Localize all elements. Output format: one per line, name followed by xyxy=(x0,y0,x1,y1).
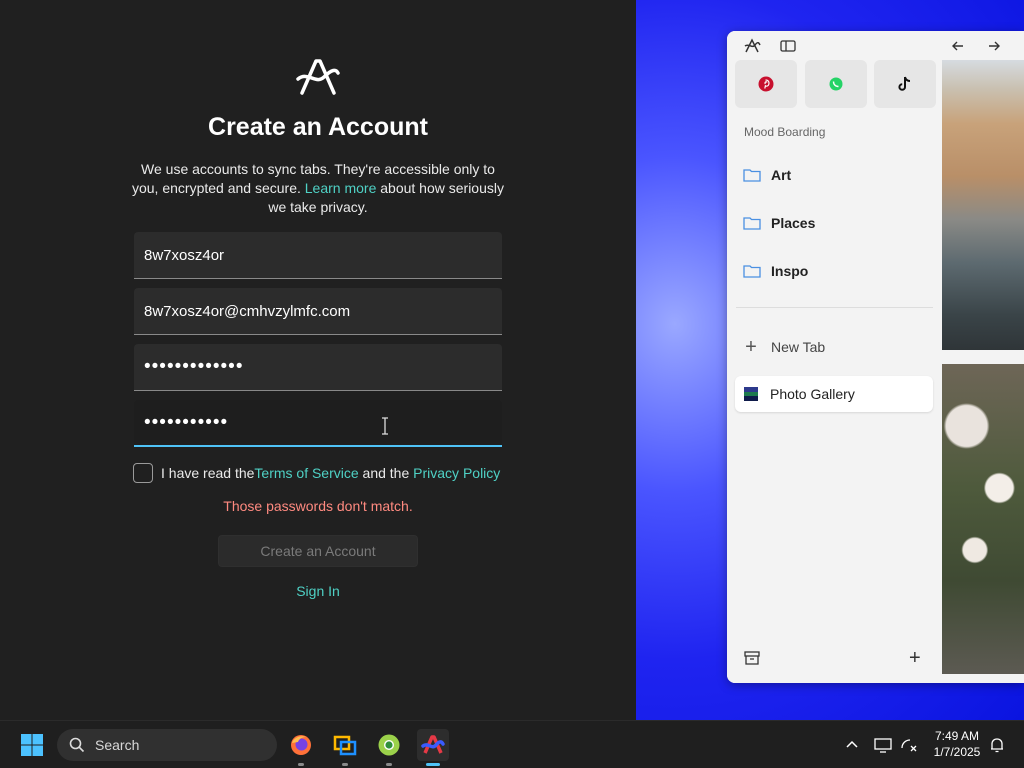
browser-sidebar: Mood Boarding Art Places Inspo + New Tab xyxy=(727,31,1000,683)
terms-checkbox[interactable] xyxy=(133,463,153,483)
folder-inspo[interactable]: Inspo xyxy=(743,259,808,283)
forward-arrow-icon[interactable] xyxy=(985,37,1003,55)
photo-gallery-favicon-icon xyxy=(744,387,758,401)
network-disconnected-icon[interactable] xyxy=(899,735,919,755)
archive-icon[interactable] xyxy=(743,649,761,667)
notification-bell-icon[interactable] xyxy=(987,735,1007,755)
sidebar-toggle-icon[interactable] xyxy=(779,37,797,55)
learn-more-link[interactable]: Learn more xyxy=(305,180,377,196)
pinned-tab-pinterest[interactable] xyxy=(735,60,797,108)
chrome-canary-icon xyxy=(378,734,400,756)
email-field-wrap xyxy=(134,288,502,335)
gallery-photo-beach xyxy=(942,60,1024,350)
arc-browser-icon xyxy=(421,735,445,754)
pinned-tab-tiktok[interactable] xyxy=(874,60,936,108)
whatsapp-icon xyxy=(829,77,843,91)
sign-in-link[interactable]: Sign In xyxy=(0,583,636,599)
email-field[interactable] xyxy=(134,288,502,334)
arc-logo-icon[interactable] xyxy=(743,37,761,55)
folder-icon xyxy=(743,217,761,230)
folder-icon xyxy=(743,265,761,278)
sidebar-divider xyxy=(736,307,933,308)
windows-start-icon[interactable] xyxy=(20,733,44,757)
arc-logo-icon xyxy=(296,59,340,95)
new-tab-button[interactable]: + New Tab xyxy=(743,336,825,358)
browser-window-preview: Mood Boarding Art Places Inspo + New Tab xyxy=(727,31,1024,683)
page-title: Create an Account xyxy=(208,113,428,141)
folder-art[interactable]: Art xyxy=(743,163,791,187)
create-account-button[interactable]: Create an Account xyxy=(218,535,418,567)
password-error-message: Those passwords don't match. xyxy=(223,498,413,514)
folder-places[interactable]: Places xyxy=(743,211,815,235)
privacy-policy-link[interactable]: Privacy Policy xyxy=(413,465,500,481)
folder-icon xyxy=(743,169,761,182)
taskbar: Search 7:49 AM 1/7/2025 xyxy=(0,720,1024,768)
tiktok-icon xyxy=(898,76,911,91)
display-icon[interactable] xyxy=(873,735,893,755)
taskbar-app-remote-desktop[interactable] xyxy=(329,729,361,766)
pinned-tab-whatsapp[interactable] xyxy=(805,60,867,108)
terms-row: I have read the Terms of Service and the… xyxy=(133,462,500,484)
username-field[interactable] xyxy=(134,232,502,278)
username-field-wrap xyxy=(134,232,502,279)
taskbar-app-chrome-canary[interactable] xyxy=(373,729,405,766)
confirm-password-field-wrap xyxy=(134,400,502,447)
firefox-icon xyxy=(291,735,311,755)
signup-panel: Create an Account We use accounts to syn… xyxy=(0,0,636,720)
confirm-password-field[interactable] xyxy=(134,400,502,445)
plus-icon: + xyxy=(745,335,757,358)
remote-desktop-icon xyxy=(333,735,357,756)
text-cursor-icon xyxy=(382,417,388,435)
system-clock[interactable]: 7:49 AM 1/7/2025 xyxy=(922,728,992,760)
taskbar-app-firefox[interactable] xyxy=(285,729,317,766)
terms-of-service-link[interactable]: Terms of Service xyxy=(254,465,358,481)
space-title: Mood Boarding xyxy=(744,125,826,139)
tab-photo-gallery[interactable]: Photo Gallery xyxy=(735,376,933,412)
chevron-up-icon[interactable] xyxy=(842,735,862,755)
search-icon xyxy=(69,737,85,753)
add-icon[interactable]: + xyxy=(909,647,921,670)
description-text: We use accounts to sync tabs. They're ac… xyxy=(131,161,504,215)
back-arrow-icon[interactable] xyxy=(949,37,967,55)
gallery-photo-lights xyxy=(942,364,1024,674)
password-field-wrap xyxy=(134,344,502,391)
taskbar-app-arc[interactable] xyxy=(417,729,449,766)
password-field[interactable] xyxy=(134,344,502,390)
taskbar-search-box[interactable]: Search xyxy=(57,729,277,761)
pinterest-icon xyxy=(758,76,774,92)
